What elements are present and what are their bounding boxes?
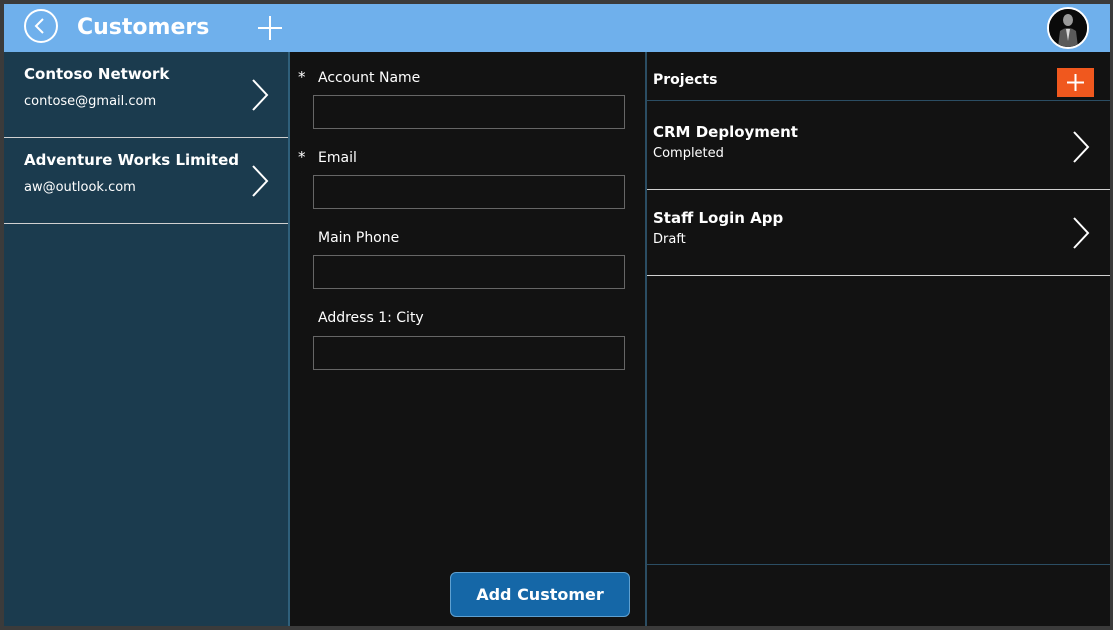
chevron-right-icon[interactable] xyxy=(1071,130,1091,164)
add-project-button[interactable] xyxy=(1057,68,1094,97)
back-button[interactable] xyxy=(24,9,58,43)
chevron-right-icon[interactable] xyxy=(1071,216,1091,250)
header-bar: Customers xyxy=(4,4,1110,52)
city-label: Address 1: City xyxy=(318,310,424,326)
customer-list-item[interactable]: Adventure Works Limited aw@outlook.com xyxy=(4,138,288,224)
divider xyxy=(647,564,1110,565)
projects-title: Projects xyxy=(653,72,718,88)
customer-name: Adventure Works Limited xyxy=(24,151,240,169)
project-list-item[interactable]: Staff Login App Draft xyxy=(647,190,1110,276)
app-window: Customers Contoso Network contose@gmail.… xyxy=(0,0,1113,630)
plus-icon xyxy=(1067,74,1084,91)
add-customer-header-button[interactable] xyxy=(256,14,284,42)
main-phone-input[interactable] xyxy=(313,255,625,289)
chevron-right-icon[interactable] xyxy=(250,164,270,198)
account-name-label: Account Name xyxy=(318,70,421,86)
projects-panel: Projects CRM Deployment Completed Staff … xyxy=(647,52,1110,626)
plus-icon xyxy=(258,16,282,40)
customer-list-item[interactable]: Contoso Network contose@gmail.com xyxy=(4,52,288,138)
add-customer-button[interactable]: Add Customer xyxy=(450,572,630,617)
page-title: Customers xyxy=(77,15,210,40)
project-list-item[interactable]: CRM Deployment Completed xyxy=(647,104,1110,190)
email-label: Email xyxy=(318,150,357,166)
person-icon xyxy=(1049,9,1087,47)
account-name-input[interactable] xyxy=(313,95,625,129)
projects-header: Projects xyxy=(647,52,1110,101)
project-name: CRM Deployment xyxy=(653,123,798,141)
required-marker: * xyxy=(298,148,306,166)
screen: Customers Contoso Network contose@gmail.… xyxy=(4,4,1110,626)
email-input[interactable] xyxy=(313,175,625,209)
user-avatar[interactable] xyxy=(1047,7,1089,49)
customer-email: aw@outlook.com xyxy=(24,180,136,195)
project-status: Completed xyxy=(653,146,724,161)
customer-list: Contoso Network contose@gmail.com Advent… xyxy=(4,52,290,626)
city-input[interactable] xyxy=(313,336,625,370)
project-status: Draft xyxy=(653,232,686,247)
required-marker: * xyxy=(298,68,306,86)
project-name: Staff Login App xyxy=(653,209,784,227)
back-arrow-icon xyxy=(34,18,44,34)
customer-form: * Account Name * Email Main Phone Addres… xyxy=(290,52,647,626)
customer-email: contose@gmail.com xyxy=(24,94,157,109)
chevron-right-icon[interactable] xyxy=(250,78,270,112)
customer-name: Contoso Network xyxy=(24,65,170,83)
main-phone-label: Main Phone xyxy=(318,230,400,246)
